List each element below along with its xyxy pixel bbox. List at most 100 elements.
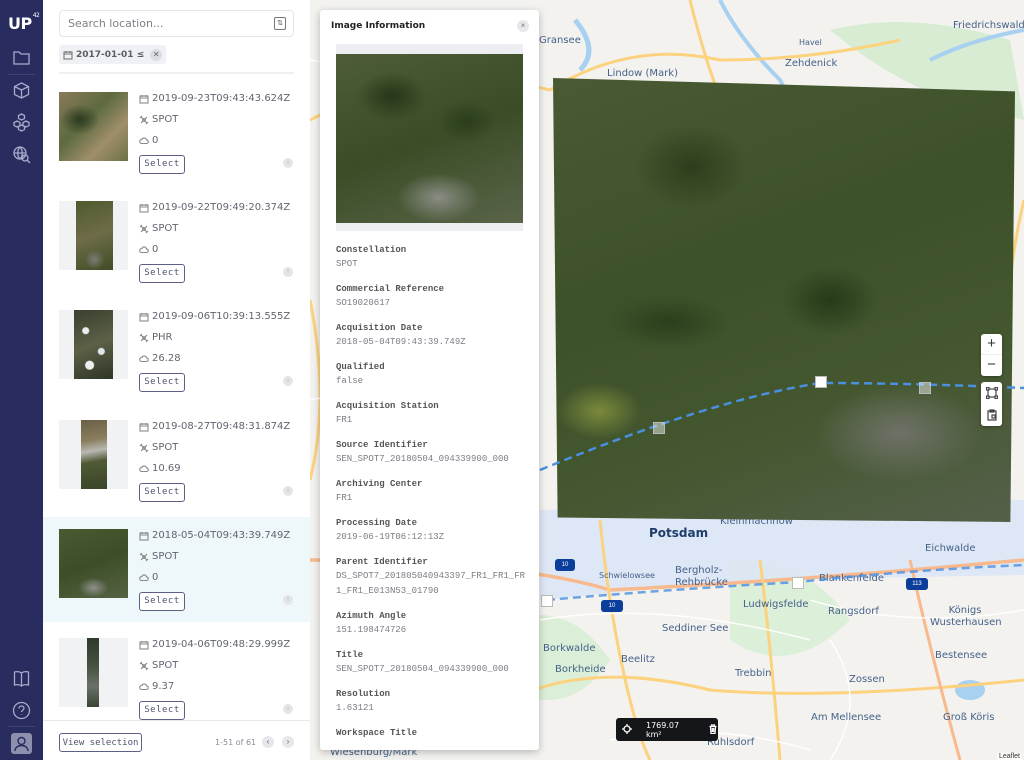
thumbnail-image — [59, 529, 128, 598]
globe-search-icon[interactable] — [11, 144, 32, 165]
cloud-cover: 10.69 — [152, 463, 181, 474]
cloud-cover-row: 0 — [139, 567, 290, 588]
result-thumbnail[interactable] — [59, 420, 128, 489]
map-label: Havel — [799, 38, 822, 47]
area-value: 1769.07 km² — [646, 720, 680, 739]
draw-rectangle-button[interactable] — [981, 382, 1002, 404]
info-icon[interactable]: i — [283, 376, 293, 386]
field-label: Processing Date — [336, 518, 418, 528]
aoi-vertex-handle[interactable] — [653, 422, 665, 434]
filter-settings-icon[interactable]: ⇅ — [274, 17, 286, 30]
select-button[interactable]: Select — [139, 482, 185, 502]
zoom-out-button[interactable]: − — [981, 355, 1002, 376]
metadata-field: Azimuth Angle 151.198474726 — [336, 610, 526, 638]
map-attribution[interactable]: Leaflet — [996, 753, 1022, 760]
chevron-left-icon[interactable]: ‹ — [262, 736, 274, 748]
search-input[interactable] — [60, 11, 260, 36]
cloud-cover: 0 — [152, 572, 159, 583]
info-icon[interactable]: i — [283, 158, 293, 168]
constellation-row: PHR — [139, 327, 290, 348]
paste-geometry-button[interactable] — [981, 404, 1002, 426]
book-icon[interactable] — [11, 668, 32, 689]
user-icon[interactable] — [11, 733, 32, 754]
cubes-icon[interactable] — [11, 112, 32, 133]
info-icon[interactable]: i — [283, 486, 293, 496]
result-meta: 2019-09-06T10:39:13.555Z PHR 26.28 Selec… — [139, 306, 290, 392]
constellation: SPOT — [152, 660, 179, 671]
acquisition-date-row: 2019-09-22T09:49:20.374Z — [139, 197, 290, 218]
result-item[interactable]: 2019-08-27T09:48:31.874Z SPOT 10.69 Sele… — [43, 408, 310, 513]
close-icon[interactable]: ✕ — [150, 48, 163, 61]
close-icon[interactable]: × — [517, 20, 529, 32]
result-item[interactable]: 2019-09-23T09:43:43.624Z SPOT 0 Select i — [43, 80, 310, 185]
constellation-row: SPOT — [139, 546, 290, 567]
result-thumbnail[interactable] — [59, 310, 128, 379]
results-panel: ⇅ 2017-01-01 ≤ ✕ 2019-09-23T09:43:43.624… — [43, 0, 310, 760]
result-thumbnail[interactable] — [59, 92, 128, 161]
result-item[interactable]: 2019-09-22T09:49:20.374Z SPOT 0 Select i — [43, 189, 310, 294]
chevron-right-icon[interactable]: › — [282, 736, 294, 748]
folder-icon[interactable] — [11, 47, 32, 68]
modal-title: Image Information — [331, 21, 426, 31]
view-selection-button[interactable]: View selection — [59, 733, 142, 752]
select-button[interactable]: Select — [139, 372, 185, 392]
result-item[interactable]: 2018-05-04T09:43:39.749Z SPOT 0 Select i — [43, 517, 310, 622]
result-item[interactable]: 2019-04-06T09:48:29.999Z SPOT 9.37 Selec… — [43, 626, 310, 731]
result-thumbnail[interactable] — [59, 201, 128, 270]
trash-icon[interactable] — [708, 723, 718, 736]
satellite-image-footprint[interactable] — [553, 78, 1015, 522]
rail-divider — [8, 74, 35, 75]
select-button[interactable]: Select — [139, 700, 185, 720]
logo[interactable]: UP42 — [8, 12, 40, 33]
aoi-vertex-handle[interactable] — [792, 577, 804, 589]
info-icon[interactable]: i — [283, 267, 293, 277]
zoom-control: + − — [981, 334, 1002, 376]
cube-icon[interactable] — [11, 80, 32, 101]
calendar-icon — [139, 203, 149, 213]
info-icon[interactable]: i — [283, 704, 293, 714]
calendar-icon — [139, 312, 149, 322]
zoom-in-button[interactable]: + — [981, 334, 1002, 355]
map-label: Beelitz — [621, 654, 655, 665]
acquisition-date: 2019-09-06T10:39:13.555Z — [152, 311, 291, 322]
info-icon[interactable]: i — [283, 595, 293, 605]
select-button[interactable]: Select — [139, 154, 185, 174]
constellation-row: SPOT — [139, 437, 290, 458]
map-label: Bergholz-Rehbrücke — [675, 565, 728, 588]
constellation: SPOT — [152, 223, 179, 234]
select-button[interactable]: Select — [139, 263, 185, 283]
help-icon[interactable] — [11, 700, 32, 721]
thumbnail-image — [87, 638, 99, 707]
result-meta: 2019-09-23T09:43:43.624Z SPOT 0 Select — [139, 88, 290, 174]
cloud-cover-row: 0 — [139, 130, 290, 151]
thumbnail-image — [74, 310, 113, 379]
aoi-vertex-handle[interactable] — [541, 595, 553, 607]
aoi-vertex-handle[interactable] — [815, 376, 827, 388]
crosshair-icon[interactable] — [622, 723, 632, 736]
cloud-cover: 9.37 — [152, 681, 175, 692]
field-label: Title — [336, 650, 364, 660]
field-label: Parent Identifier — [336, 557, 428, 567]
acquisition-date: 2018-05-04T09:43:39.749Z — [152, 530, 291, 541]
field-value: SO19020617 — [336, 298, 391, 308]
map-label: Zossen — [849, 674, 885, 685]
road-shield: 113 — [906, 578, 928, 590]
metadata-field: Parent Identifier DS_SPOT7_2018050409433… — [336, 556, 526, 599]
satellite-icon — [139, 443, 149, 452]
aoi-vertex-handle[interactable] — [919, 382, 931, 394]
select-button[interactable]: Select — [139, 591, 185, 611]
map-label: Friedrichswald — [953, 20, 1024, 31]
result-item[interactable]: 2019-09-06T10:39:13.555Z PHR 26.28 Selec… — [43, 298, 310, 403]
field-value: 2018-05-04T09:43:39.749Z — [336, 337, 466, 347]
panel-footer: View selection 1-51 of 61 ‹ › — [43, 720, 310, 760]
result-meta: 2018-05-04T09:43:39.749Z SPOT 0 Select — [139, 525, 290, 611]
constellation: PHR — [152, 332, 173, 343]
map-label: Rangsdorf — [828, 606, 879, 617]
pagination-text: 1-51 of 61 — [215, 738, 257, 747]
result-thumbnail[interactable] — [59, 529, 128, 598]
field-label: Resolution — [336, 689, 391, 699]
calendar-icon — [139, 422, 149, 432]
result-thumbnail[interactable] — [59, 638, 128, 707]
constellation: SPOT — [152, 114, 179, 125]
satellite-icon — [139, 115, 149, 124]
